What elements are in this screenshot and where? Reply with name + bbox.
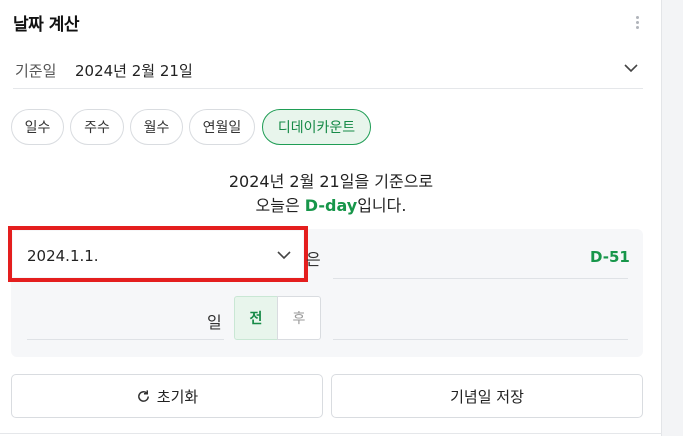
message-suffix: 입니다. [357, 196, 407, 215]
tab-days[interactable]: 일수 [11, 109, 64, 145]
reset-button[interactable]: 초기화 [11, 374, 323, 418]
result-message-line2: 오늘은 D-day입니다. [0, 192, 662, 216]
message-prefix: 오늘은 [255, 196, 305, 215]
save-anniversary-button[interactable]: 기념일 저장 [331, 374, 643, 418]
refresh-icon [137, 389, 149, 402]
reset-label: 초기화 [156, 387, 199, 406]
particle-label: 은 [306, 250, 321, 269]
after-toggle[interactable]: 후 [277, 296, 321, 340]
chevron-down-icon [624, 64, 638, 73]
highlight-box [8, 226, 308, 282]
result-underline [333, 278, 628, 279]
tab-months[interactable]: 월수 [130, 109, 183, 145]
tab-ymd[interactable]: 연월일 [189, 109, 255, 145]
base-date-label: 기준일 [15, 62, 57, 80]
card-bottom-divider [0, 433, 662, 434]
before-toggle[interactable]: 전 [234, 296, 278, 340]
card-header: 날짜 계산 [0, 0, 662, 46]
tab-dday-count[interactable]: 디데이카운트 [262, 109, 371, 145]
result-message-line1: 2024년 2월 21일을 기준으로 [228, 172, 434, 191]
day-unit-label: 일 [207, 313, 222, 332]
kebab-vertical-icon[interactable] [636, 16, 640, 32]
base-date-value: 2024년 2월 21일 [75, 62, 193, 80]
message-dday: D-day [304, 196, 358, 215]
days-underline [27, 339, 224, 340]
after-underline [333, 339, 628, 340]
base-date-select[interactable]: 기준일 2024년 2월 21일 [13, 52, 643, 89]
save-anniversary-label: 기념일 저장 [450, 387, 524, 406]
tab-weeks[interactable]: 주수 [70, 109, 124, 145]
card-title: 날짜 계산 [13, 15, 79, 35]
dday-result: D-51 [590, 248, 630, 266]
date-calculator-card: 날짜 계산 기준일 2024년 2월 21일 일수 주수 월수 연월일 디데이카… [0, 0, 662, 436]
